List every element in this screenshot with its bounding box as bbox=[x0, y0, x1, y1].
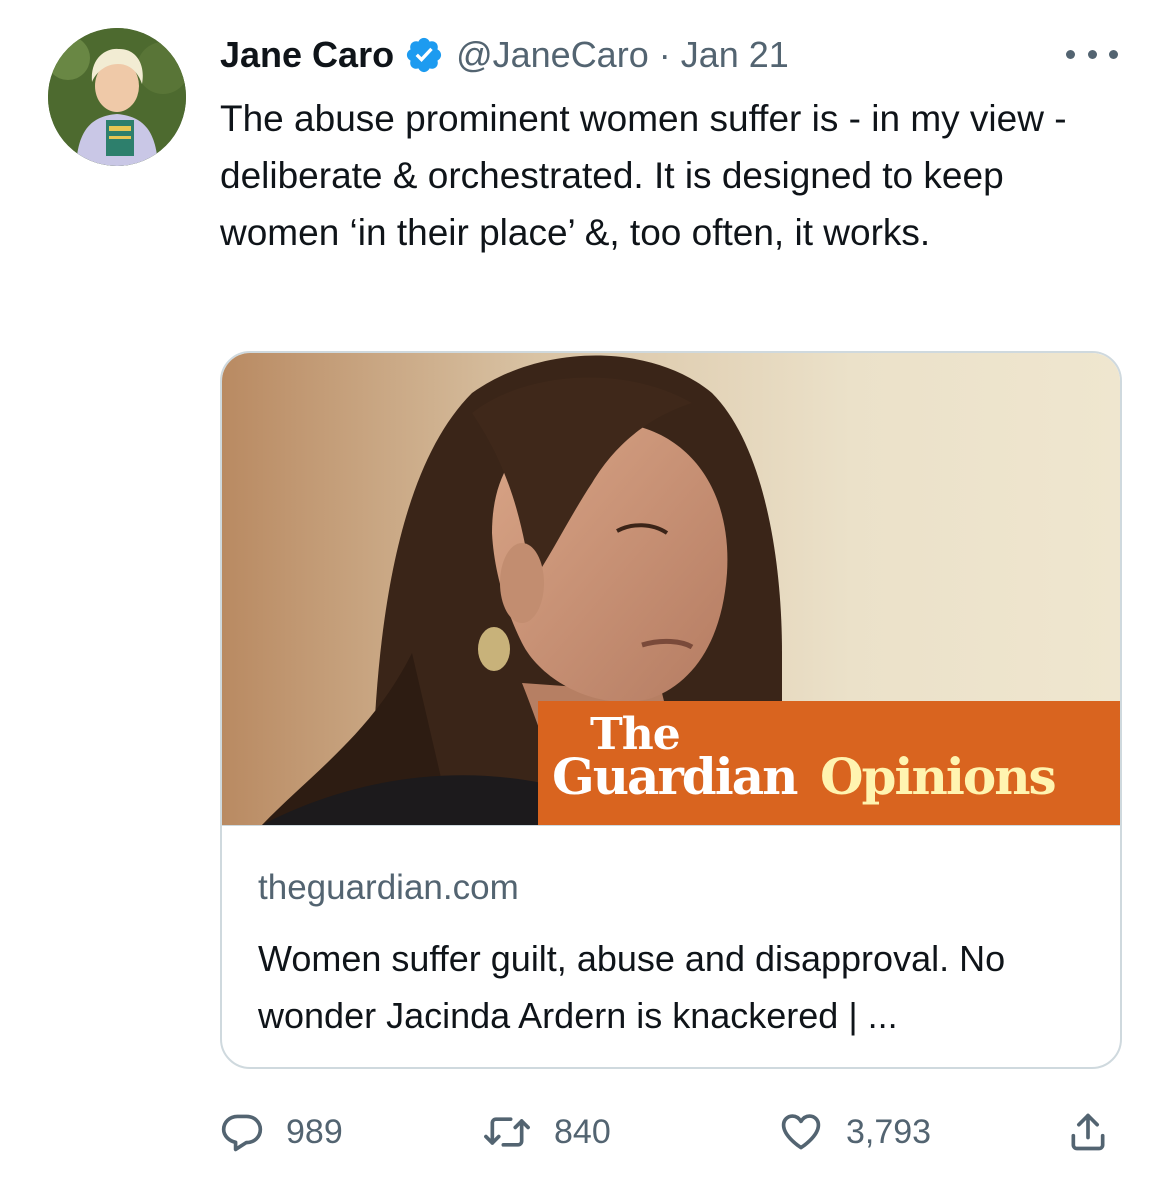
reply-icon bbox=[221, 1114, 263, 1152]
tweet-date[interactable]: Jan 21 bbox=[681, 34, 789, 76]
brand-guardian: Guardian bbox=[552, 747, 798, 806]
guardian-opinions-banner: The Guardian Opinions bbox=[538, 701, 1120, 825]
reply-count: 989 bbox=[286, 1112, 343, 1151]
verified-badge-icon bbox=[406, 37, 442, 73]
retweet-icon bbox=[484, 1117, 530, 1147]
card-footer: theguardian.com Women suffer guilt, abus… bbox=[222, 825, 1120, 1067]
retweet-count: 840 bbox=[554, 1112, 611, 1151]
card-domain: theguardian.com bbox=[258, 868, 519, 907]
more-options-icon[interactable] bbox=[1066, 38, 1118, 70]
header-separator: · bbox=[658, 34, 671, 75]
more-dot bbox=[1066, 49, 1075, 59]
share-icon bbox=[1071, 1113, 1105, 1151]
avatar-photo bbox=[48, 28, 186, 166]
tweet-header: Jane Caro @JaneCaro · Jan 21 bbox=[220, 30, 789, 80]
heart-icon bbox=[781, 1114, 821, 1150]
brand-opinions: Opinions bbox=[820, 747, 1057, 806]
tweet-text: The abuse prominent women suffer is - in… bbox=[220, 98, 1067, 253]
like-button[interactable]: 3,793 bbox=[778, 1100, 931, 1164]
share-button[interactable] bbox=[1066, 1100, 1110, 1164]
card-image: The Guardian Opinions bbox=[222, 353, 1120, 825]
retweet-button[interactable]: 840 bbox=[482, 1100, 611, 1164]
author-avatar[interactable] bbox=[48, 28, 186, 166]
like-count: 3,793 bbox=[846, 1112, 932, 1151]
author-name[interactable]: Jane Caro bbox=[220, 34, 394, 76]
tweet-actions: 989 840 3,793 bbox=[220, 1100, 1120, 1164]
reply-button[interactable]: 989 bbox=[220, 1100, 343, 1164]
author-handle[interactable]: @JaneCaro bbox=[456, 34, 649, 76]
card-title: Women suffer guilt, abuse and disapprova… bbox=[258, 938, 1006, 1036]
more-dot bbox=[1087, 49, 1097, 59]
link-card[interactable]: The Guardian Opinions theguardian.com Wo… bbox=[220, 351, 1122, 1069]
more-dot bbox=[1109, 49, 1118, 59]
